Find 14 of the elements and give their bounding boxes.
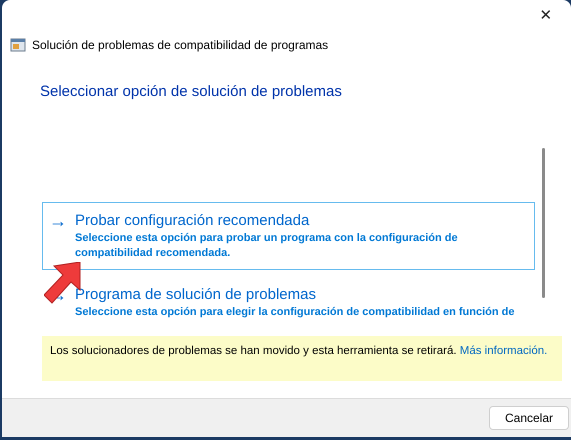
page-heading: Seleccionar opción de solución de problemas <box>40 83 342 100</box>
close-button[interactable]: ✕ <box>531 4 561 28</box>
option-link[interactable]: → Probar configuración recomendada Seleccione esta opción para probar un programa con la configuración de compatibilidad recomendada. <box>42 202 535 270</box>
option-description: Seleccione esta opción para probar un programa con la configuración de compatibilidad recomendada. <box>75 231 459 261</box>
notice-text: Los solucionadores de problemas se han movido y esta herramienta se retirará. Más información. <box>50 344 548 359</box>
window-title: Solución de problemas de compatibilidad de programas <box>32 37 328 54</box>
cancel-button[interactable]: Cancelar <box>489 406 569 430</box>
arrow-icon: → <box>49 211 67 261</box>
more-info-link[interactable]: Más información. <box>460 345 548 357</box>
scrollbar[interactable] <box>542 148 545 298</box>
option-description: Seleccione esta opción para elegir la configuración de compatibilidad en función de <box>75 305 516 320</box>
option-title: Programa de solución de problemas <box>75 285 317 305</box>
option-title: Probar configuración recomendada <box>75 211 310 231</box>
window-app-icon <box>10 37 26 53</box>
